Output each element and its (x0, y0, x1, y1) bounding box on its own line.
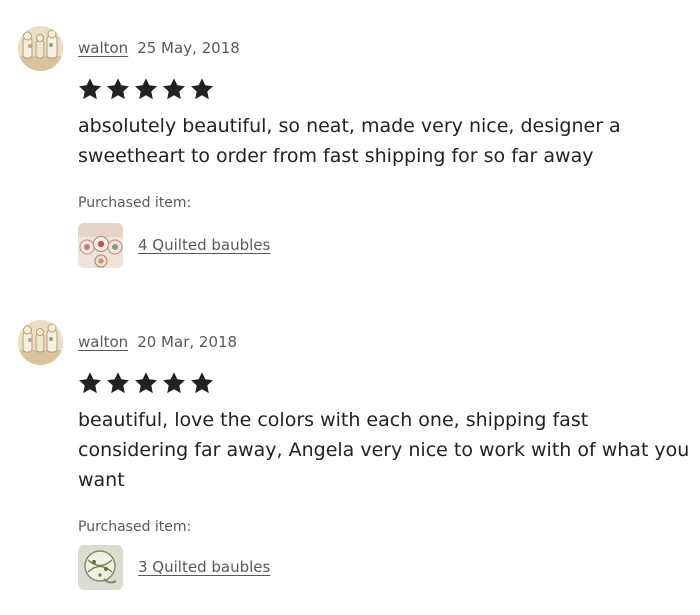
purchased-item-label: Purchased item: (78, 519, 192, 535)
avatar-image-icon (18, 320, 63, 365)
purchased-item-thumbnail[interactable] (78, 223, 123, 268)
star-rating (78, 77, 218, 105)
review-text: beautiful, love the colors with each one… (78, 409, 690, 491)
reviewer-avatar[interactable] (18, 320, 63, 365)
purchased-item-link[interactable]: 4 Quilted baubles (138, 235, 270, 255)
purchased-item-label: Purchased item: (78, 195, 192, 211)
review-date: 25 May, 2018 (137, 39, 240, 57)
review-text: absolutely beautiful, so neat, made very… (78, 115, 621, 167)
star-icon (163, 372, 185, 394)
avatar-image-icon (18, 26, 63, 71)
star-icon (107, 78, 129, 100)
purchased-item-link[interactable]: 3 Quilted baubles (138, 557, 270, 577)
star-icon (107, 372, 129, 394)
star-icon (191, 372, 213, 394)
bauble-image-icon (78, 545, 123, 590)
purchased-item-thumbnail[interactable] (78, 545, 123, 590)
star-icon (135, 78, 157, 100)
reviewer-avatar[interactable] (18, 26, 63, 71)
review-meta: walton 25 May, 2018 (78, 38, 240, 58)
star-icon (79, 78, 101, 100)
baubles-image-icon (78, 223, 123, 268)
star-icon (163, 78, 185, 100)
reviewer-name-link[interactable]: walton (78, 333, 128, 351)
star-icon (191, 78, 213, 100)
star-icon (79, 372, 101, 394)
star-icon (135, 372, 157, 394)
review-date: 20 Mar, 2018 (137, 333, 238, 351)
star-rating (78, 371, 218, 399)
review-meta: walton 20 Mar, 2018 (78, 332, 237, 352)
reviewer-name-link[interactable]: walton (78, 39, 128, 57)
